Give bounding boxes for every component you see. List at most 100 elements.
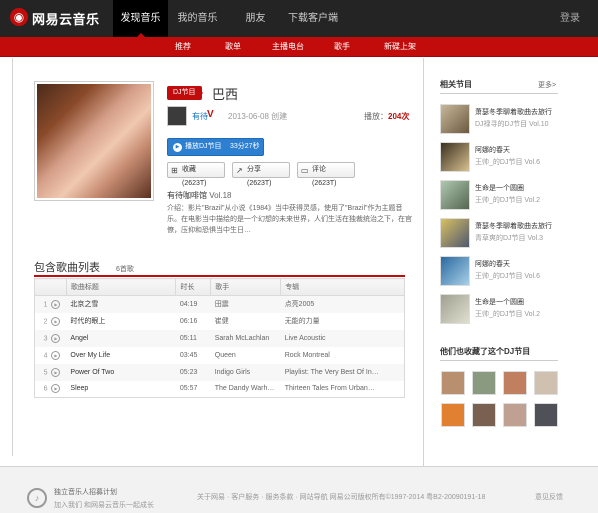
play-song-icon[interactable]: ▶ xyxy=(51,384,61,394)
program-thumbnail[interactable] xyxy=(440,218,470,248)
subnav-playlists[interactable]: 歌单 xyxy=(213,37,253,57)
songlist-count: 6首歌 xyxy=(116,266,134,273)
share-button[interactable]: ↗ 分享(2623T) xyxy=(232,162,290,187)
collect-button[interactable]: ⊞ 收藏(2623T) xyxy=(167,162,225,187)
related-program-title[interactable]: 萧瑟冬季聊着歌曲去旅行 xyxy=(475,107,552,117)
song-album[interactable]: Live Acoustic xyxy=(280,329,405,347)
show-name-text[interactable]: 有待咖啡馆 xyxy=(167,191,207,200)
related-program-item[interactable]: 生命是一个圆圈王帅_的DJ节目 Vol.2 xyxy=(440,180,558,210)
fan-avatar[interactable] xyxy=(503,371,527,395)
related-program-item[interactable]: 阿娜的春天王帅_的DJ节目 Vol.6 xyxy=(440,256,558,286)
song-duration: 04:19 xyxy=(175,295,211,313)
more-link[interactable]: 更多> xyxy=(538,80,556,90)
fan-avatar[interactable] xyxy=(534,371,558,395)
show-name[interactable]: 有待咖啡馆 Vol.18 xyxy=(167,190,231,201)
program-thumbnail[interactable] xyxy=(440,256,470,286)
logo-text[interactable]: 网易云音乐 xyxy=(32,9,100,28)
footer-links[interactable]: 关于网易 · 客户服务 · 服务条款 · 网站导航 网易公司版权所有©1997-… xyxy=(197,492,485,502)
related-program-dj[interactable]: 王帅_的DJ节目 Vol.6 xyxy=(475,271,540,281)
related-program-item[interactable]: 萧瑟冬季聊着歌曲去旅行 DJ禄寻的DJ节目 Vol.10 xyxy=(440,104,558,134)
song-album[interactable]: Rock Montreal xyxy=(281,347,405,364)
fan-avatar[interactable] xyxy=(472,371,496,395)
dj-name[interactable]: 有待 xyxy=(192,111,208,122)
song-title[interactable]: Power Of Two xyxy=(66,363,176,381)
song-title[interactable]: 时代的眼上 xyxy=(66,313,175,330)
song-artist[interactable]: Sarah McLachlan xyxy=(210,329,281,347)
fan-avatar[interactable] xyxy=(441,371,465,395)
song-artist[interactable]: 崔健 xyxy=(211,313,281,330)
musician-plan-subtitle: 加入我们 和网易云音乐一起成长 xyxy=(54,502,154,509)
song-title[interactable]: Angel xyxy=(66,329,176,347)
play-program-button[interactable]: ▶ 播放DJ节目 33分27秒 xyxy=(167,138,264,156)
row-index: 1 ▶ xyxy=(34,295,67,313)
comment-label: 评论(2623T) xyxy=(312,166,337,187)
related-program-dj[interactable]: 王帅_的DJ节目 Vol.2 xyxy=(475,195,540,205)
song-album[interactable]: 无能的力量 xyxy=(281,313,405,330)
related-program-title[interactable]: 萧瑟冬季聊着歌曲去旅行 xyxy=(475,221,552,231)
song-album[interactable]: 点亮2005 xyxy=(280,295,405,313)
song-artist[interactable]: Queen xyxy=(211,347,281,364)
table-row[interactable]: 6 ▶ Sleep 05:57 The Dandy Warh… Thirteen Tal… xyxy=(35,381,405,398)
login-link[interactable]: 登录 xyxy=(560,0,580,37)
related-program-dj[interactable]: 王帅_的DJ节目 Vol.6 xyxy=(475,157,540,167)
play-song-icon[interactable]: ▶ xyxy=(51,299,61,309)
related-program-dj[interactable]: DJ禄寻的DJ节目 Vol.10 xyxy=(475,119,549,129)
song-album[interactable]: Playlist: The Very Best Of In… xyxy=(280,363,405,381)
subnav-artists[interactable]: 歌手 xyxy=(322,37,362,57)
related-program-dj[interactable]: 王帅_的DJ节目 Vol.2 xyxy=(475,309,540,319)
table-row[interactable]: 3 ▶ Angel 05:11 Sarah McLachlan Live Acousti… xyxy=(34,329,405,347)
row-index: 4 ▶ xyxy=(35,347,67,364)
fan-avatar[interactable] xyxy=(472,403,496,427)
show-vol: Vol.18 xyxy=(209,191,232,200)
musician-plan-icon[interactable]: ♪ xyxy=(27,488,47,508)
row-number: 3 xyxy=(43,334,48,342)
nav-discover[interactable]: 发现音乐 xyxy=(113,0,168,37)
subnav-recommend[interactable]: 推荐 xyxy=(163,37,203,57)
row-number: 6 xyxy=(43,385,48,393)
song-title[interactable]: Sleep xyxy=(66,381,175,398)
song-album[interactable]: Thirteen Tales From Urban… xyxy=(281,381,405,398)
related-program-title[interactable]: 生命是一个圆圈 xyxy=(475,183,524,193)
song-artist[interactable]: Indigo Girls xyxy=(210,363,281,381)
play-song-icon[interactable]: ▶ xyxy=(51,367,61,377)
song-title[interactable]: 北京之雪 xyxy=(66,295,176,313)
comment-button[interactable]: ▭ 评论(2623T) xyxy=(297,162,355,187)
play-song-icon[interactable]: ▶ xyxy=(51,350,61,360)
songlist-title: 包含歌曲列表 xyxy=(34,262,100,274)
fan-avatar[interactable] xyxy=(503,403,527,427)
play-count-value: 204次 xyxy=(388,112,410,121)
song-title[interactable]: Over My Life xyxy=(66,347,175,364)
fan-avatar[interactable] xyxy=(441,403,465,427)
table-row[interactable]: 4 ▶ Over My Life 03:45 Queen Rock Montreal xyxy=(35,347,405,364)
table-row[interactable]: 2 ▶ 时代的眼上 06:16 崔健 无能的力量 xyxy=(35,313,405,330)
musician-plan-title[interactable]: 独立音乐人招募计划 xyxy=(54,487,117,497)
logo-icon[interactable]: ◉ xyxy=(10,8,28,26)
feedback-link[interactable]: 意见反馈 xyxy=(535,492,563,502)
collect-icon: ⊞ xyxy=(171,166,178,175)
related-program-item[interactable]: 生命是一个圆圈王帅_的DJ节目 Vol.2 xyxy=(440,294,558,324)
related-program-dj[interactable]: 青草爽的DJ节目 Vol.3 xyxy=(475,233,543,243)
table-row[interactable]: 1 ▶ 北京之雪 04:19 田震 点亮2005 xyxy=(34,295,405,313)
related-program-item[interactable]: 阿娜的春天王帅_的DJ节目 Vol.6 xyxy=(440,142,558,172)
program-thumbnail[interactable] xyxy=(440,294,470,324)
subnav-new-albums[interactable]: 新碟上架 xyxy=(378,37,422,57)
related-program-title[interactable]: 阿娜的春天 xyxy=(475,259,510,269)
nav-my-music[interactable]: 我的音乐 xyxy=(170,0,225,37)
related-program-item[interactable]: 萧瑟冬季聊着歌曲去旅行 青草爽的DJ节目 Vol.3 xyxy=(440,218,558,248)
play-song-icon[interactable]: ▶ xyxy=(51,333,61,343)
nav-friends[interactable]: 朋友 xyxy=(228,0,283,37)
play-song-icon[interactable]: ▶ xyxy=(51,316,61,326)
related-program-title[interactable]: 生命是一个圆圈 xyxy=(475,297,524,307)
program-thumbnail[interactable] xyxy=(440,142,470,172)
program-thumbnail[interactable] xyxy=(440,104,470,134)
song-artist[interactable]: 田震 xyxy=(210,295,281,313)
related-program-title[interactable]: 阿娜的春天 xyxy=(475,145,510,155)
comment-icon: ▭ xyxy=(301,166,309,175)
program-thumbnail[interactable] xyxy=(440,180,470,210)
dj-avatar[interactable] xyxy=(167,106,187,126)
nav-download[interactable]: 下载客户端 xyxy=(283,0,343,37)
table-row[interactable]: 5 ▶ Power Of Two 05:23 Indigo Girls Playlist… xyxy=(34,363,405,381)
subnav-dj[interactable]: 主播电台 xyxy=(268,37,308,57)
song-artist[interactable]: The Dandy Warh… xyxy=(211,381,281,398)
fan-avatar[interactable] xyxy=(534,403,558,427)
